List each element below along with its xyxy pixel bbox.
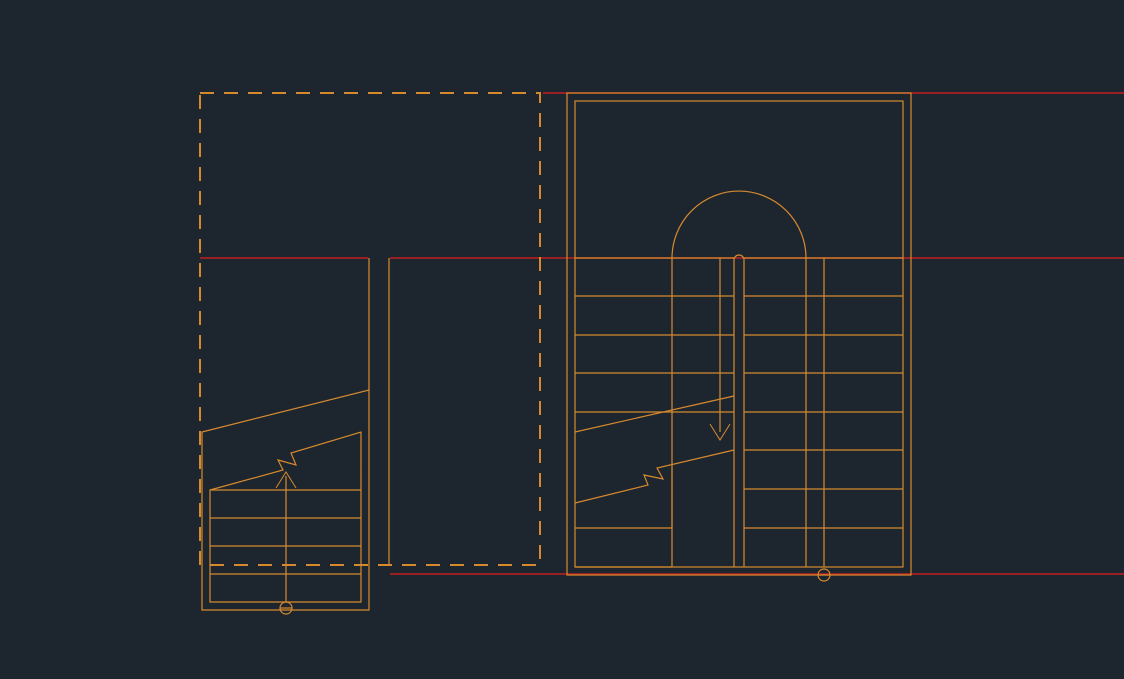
cad-drawing-canvas[interactable] xyxy=(0,0,1124,679)
canvas-bg xyxy=(0,0,1124,679)
